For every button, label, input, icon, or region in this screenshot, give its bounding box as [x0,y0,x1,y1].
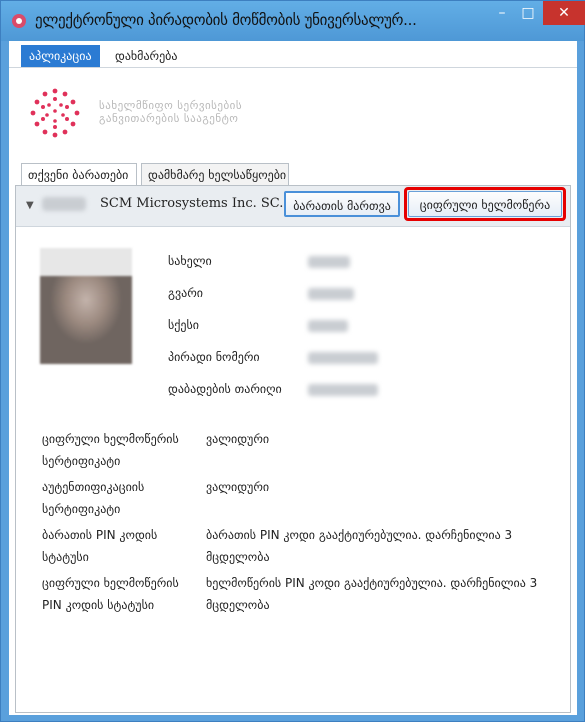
manage-card-button[interactable]: ბარათის მართვა [284,191,400,217]
agency-logo-icon [30,88,80,138]
reader-name: SCM Microsystems Inc. SC... [100,196,292,211]
menu-application[interactable]: აპლიკაცია [21,45,100,67]
card-header: ▼ SCM Microsystems Inc. SC... ბარათის მა… [16,186,570,227]
first-name-label: სახელი [168,254,212,268]
agency-name: სახელმწიფო სერვისების განვითარების სააგე… [99,99,242,125]
auth-cert-label: აუტენთიფიკაციის სერტიფიკატი [42,480,145,516]
sex-label: სქესი [168,318,199,332]
last-name-label: გვარი [168,286,203,300]
first-name-value-redacted [308,256,350,268]
highlight-box [404,187,566,221]
sign-cert-label: ციფრული ხელმოწერის სერტიფიკატი [42,432,179,468]
tab-your-cards[interactable]: თქვენი ბარათები [21,163,137,185]
tab-helper-tools[interactable]: დამხმარე ხელსაწყოები [141,163,289,185]
sex-value-redacted [308,320,348,332]
card-pin-label: ბარათის PIN კოდის სტატუსი [42,528,158,564]
card-pin-value: ბარათის PIN კოდი გააქტიურებულია. დარჩენი… [206,528,513,564]
birth-date-value-redacted [308,384,378,396]
minimize-button[interactable]: – [489,1,515,25]
close-button[interactable]: ✕ [543,1,585,25]
maximize-button[interactable]: □ [515,1,541,25]
agency-name-line1: სახელმწიფო სერვისების [99,99,243,112]
title-bar[interactable]: ელექტრონული პირადობის მოწმობის უნივერსალ… [1,1,585,41]
auth-cert-value: ვალიდური [206,480,270,494]
sign-pin-label: ციფრული ხელმოწერის PIN კოდის სტატუსი [42,576,179,612]
window-title: ელექტრონული პირადობის მოწმობის უნივერსალ… [35,11,417,29]
holder-photo [40,248,132,364]
card-panel: ▼ SCM Microsystems Inc. SC... ბარათის მა… [15,185,571,713]
personal-number-value-redacted [308,352,378,364]
menu-help[interactable]: დახმარება [107,45,186,67]
personal-number-label: პირადი ნომერი [168,350,260,364]
app-window: ელექტრონული პირადობის მოწმობის უნივერსალ… [0,0,585,722]
last-name-value-redacted [308,288,354,300]
expand-arrow-icon[interactable]: ▼ [26,200,34,211]
sign-cert-value: ვალიდური [206,432,270,446]
card-id-redacted [42,197,86,211]
menu-bar: აპლიკაცია დახმარება [9,41,577,68]
agency-name-line2: განვითარების სააგენტო [99,112,239,125]
birth-date-label: დაბადების თარიღი [168,382,282,396]
sign-pin-value: ხელმოწერის PIN კოდი გააქტიურებულია. დარჩ… [206,576,538,612]
app-icon [12,14,26,28]
client-area: აპლიკაცია დახმარება სახელმწიფო სერვისები… [9,41,577,715]
